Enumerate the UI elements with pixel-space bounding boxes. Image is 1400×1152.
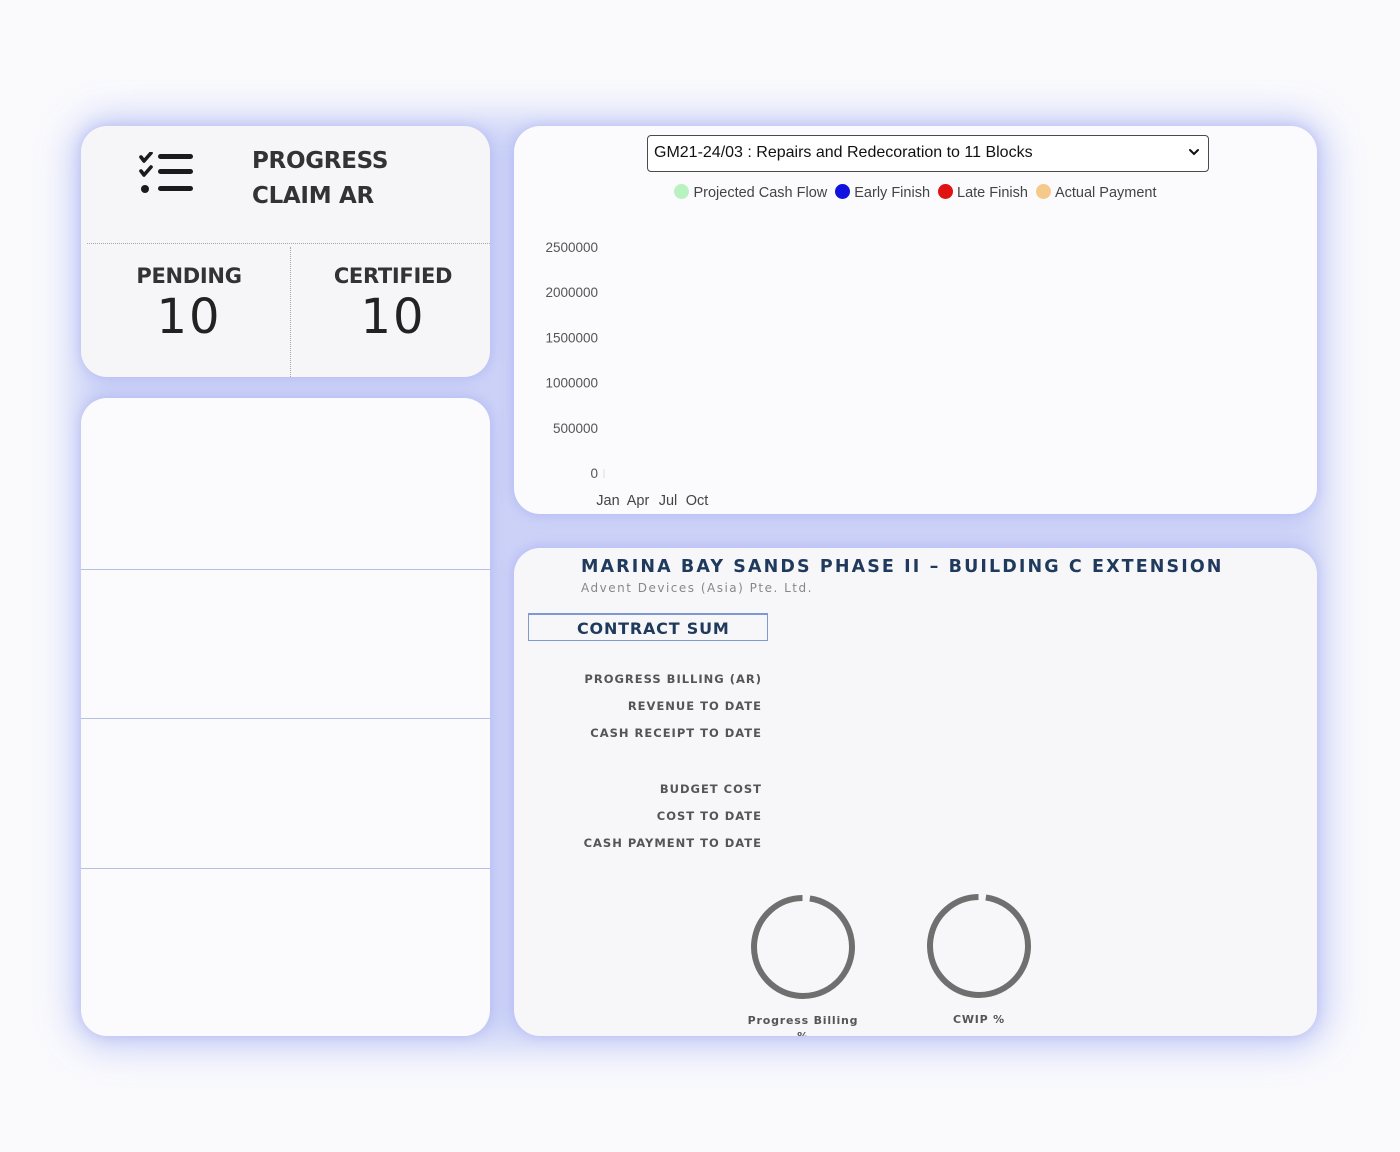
progress-billing-gauge [751,895,855,999]
contract-sum-section: CONTRACT SUM [528,613,768,641]
project-summary-card: MARINA BAY SANDS PHASE II – BUILDING C E… [514,548,1317,1036]
progress-claim-header: PROGRESS CLAIM AR [81,126,490,244]
x-tick-label: Apr [627,493,650,509]
chevron-down-icon [1189,149,1199,156]
metric-label: CASH RECEIPT TO DATE [590,726,762,740]
chart-legend: Projected Cash Flow Early Finish Late Fini… [514,184,1317,201]
cwip-gauge-label: CWIP % [952,1013,1005,1026]
legend-swatch [835,184,851,199]
pending-label: PENDING [136,264,242,288]
y-tick-label: 2500000 [545,240,598,255]
cash-flow-chart-card: GM21-24/03 : Repairs and Redecoration to… [514,126,1317,514]
legend-swatch [938,184,954,199]
metric-label: CASH PAYMENT TO DATE [583,836,762,850]
divider [290,247,291,377]
x-tick-label: Jul [659,493,678,509]
list-row-divider [81,868,490,869]
certified-label: CERTIFIED [333,264,453,288]
x-tick-label: Jan [596,493,619,509]
legend-label: Projected Cash Flow [693,185,828,201]
progress-billing-gauge-label: Progress Billing [747,1014,859,1027]
legend-label: Late Finish [957,185,1028,201]
legend-swatch [1035,184,1051,199]
certified-stat[interactable]: CERTIFIED 10 [293,264,490,346]
divider [87,243,490,244]
y-tick-label: 1500000 [545,330,598,345]
project-title: MARINA BAY SANDS PHASE II – BUILDING C E… [581,557,1224,577]
pending-count: 10 [156,289,222,345]
y-tick-label: 500000 [553,421,598,436]
legend-swatch [674,184,690,199]
list-row-divider [81,569,490,570]
metric-label: REVENUE TO DATE [627,699,762,713]
cwip-gauge [927,894,1031,998]
legend-label: Actual Payment [1054,185,1157,201]
x-tick-label: Oct [686,493,709,509]
certified-count: 10 [360,289,426,345]
progress-claim-title: PROGRESS CLAIM AR [252,148,389,209]
cash-flow-chart: 2500000 2000000 1500000 1000000 500000 0 Jan Ap… [545,240,709,509]
contract-sum-label: CONTRACT SUM [577,619,730,638]
y-tick-label: 1000000 [545,376,598,391]
y-tick-label: 0 [590,466,598,481]
progress-claim-card[interactable]: PROGRESS CLAIM AR PENDING 10 CERTIFIED 1… [81,126,490,377]
metric-label: PROGRESS BILLING (AR) [584,672,762,686]
legend-item[interactable]: Actual Payment [1035,184,1157,201]
dashboard: PROGRESS CLAIM AR PENDING 10 CERTIFIED 1… [0,0,1400,1152]
checklist-icon [139,152,193,193]
project-select[interactable]: GM21-24/03 : Repairs and Redecoration to… [647,135,1209,172]
y-tick-label: 2000000 [545,285,598,300]
legend-item[interactable]: Early Finish [835,184,930,201]
claims-list-card [81,398,490,1036]
metric-label: COST TO DATE [656,809,762,823]
pending-stat[interactable]: PENDING 10 [89,264,289,346]
project-select-value: GM21-24/03 : Repairs and Redecoration to… [654,144,1033,161]
list-row-divider [81,718,490,719]
progress-billing-gauge-label-2: % [728,1030,878,1036]
legend-item[interactable]: Projected Cash Flow [674,184,827,201]
metric-label: BUDGET COST [659,782,762,796]
legend-label: Early Finish [854,185,931,201]
project-subtitle: Advent Devices (Asia) Pte. Ltd. [581,581,813,595]
legend-item[interactable]: Late Finish [938,184,1028,201]
